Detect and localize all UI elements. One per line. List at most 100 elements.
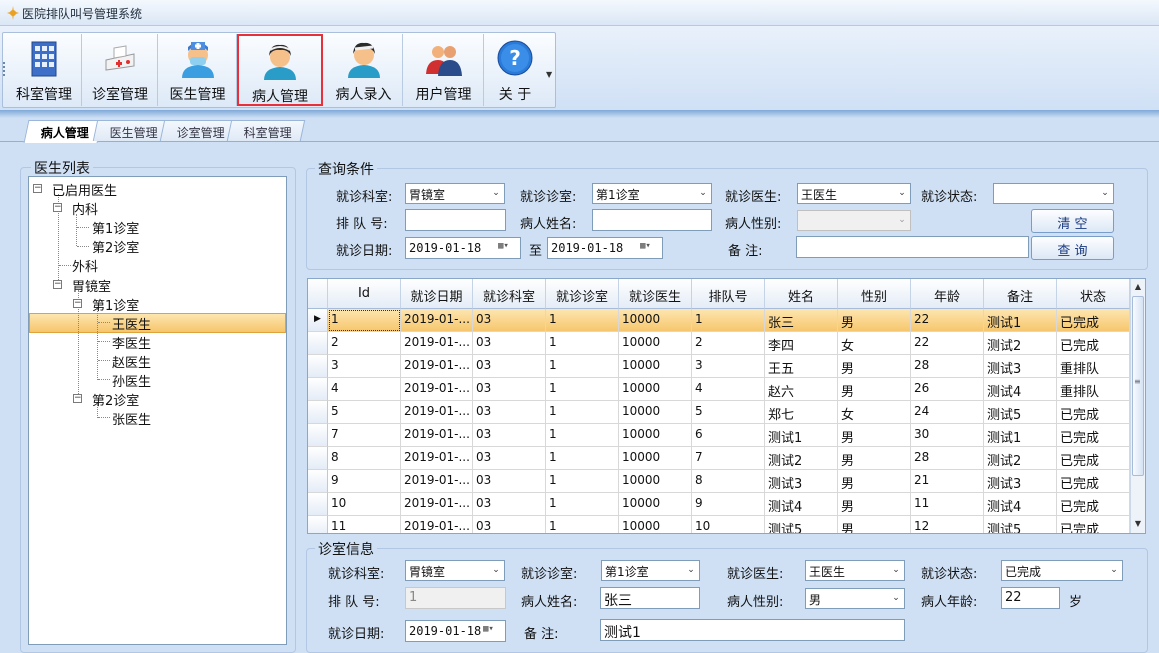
toolbar-overflow-icon[interactable]: ▼: [546, 70, 552, 79]
grid-column-header[interactable]: 年龄: [911, 279, 984, 309]
patient-grid[interactable]: Id 就诊日期 就诊科室 就诊诊室 就诊医生 排队号 姓名 性别 年龄 备注 状态 ▶ 1 2019-01…: [307, 278, 1146, 534]
tree-node-doctor[interactable]: 王医生: [112, 314, 151, 333]
grid-column-header[interactable]: 就诊日期: [401, 279, 473, 309]
grid-column-header[interactable]: 排队号: [692, 279, 765, 309]
grid-cell[interactable]: 1: [546, 470, 619, 493]
grid-cell[interactable]: 03: [473, 516, 546, 533]
grid-cell[interactable]: 测试4: [984, 378, 1057, 401]
detail-name-input[interactable]: 张三: [600, 587, 700, 609]
grid-cell[interactable]: 王五: [765, 355, 838, 378]
grid-cell[interactable]: 1: [692, 309, 765, 332]
grid-cell[interactable]: 1: [546, 355, 619, 378]
grid-cell[interactable]: 10000: [619, 516, 692, 533]
query-status-select[interactable]: ⌄: [993, 183, 1114, 204]
grid-cell[interactable]: 21: [911, 470, 984, 493]
doctor-tree[interactable]: [28, 176, 287, 645]
tab-patient[interactable]: 病人管理: [23, 120, 103, 143]
grid-cell[interactable]: 10000: [619, 424, 692, 447]
grid-column-header[interactable]: Id: [328, 279, 401, 309]
grid-cell[interactable]: 10000: [619, 378, 692, 401]
tree-node-doctor[interactable]: 赵医生: [112, 352, 151, 371]
grid-cell[interactable]: 已完成: [1057, 447, 1130, 470]
grid-cell[interactable]: 郑七: [765, 401, 838, 424]
row-header[interactable]: [308, 447, 328, 470]
detail-age-input[interactable]: 22: [1001, 587, 1060, 609]
grid-cell[interactable]: 测试5: [984, 516, 1057, 533]
grid-cell[interactable]: 男: [838, 355, 911, 378]
grid-cell[interactable]: 测试2: [984, 332, 1057, 355]
grid-cell[interactable]: 2019-01-...: [401, 447, 473, 470]
grid-cell[interactable]: 李四: [765, 332, 838, 355]
tree-node-room[interactable]: 第1诊室: [92, 295, 139, 314]
grid-cell[interactable]: 24: [911, 401, 984, 424]
grid-cell[interactable]: 已完成: [1057, 470, 1130, 493]
grid-cell[interactable]: 10000: [619, 493, 692, 516]
grid-cell[interactable]: 男: [838, 447, 911, 470]
grid-cell[interactable]: 2019-01-...: [401, 355, 473, 378]
grid-cell[interactable]: 11: [911, 493, 984, 516]
grid-cell[interactable]: 8: [328, 447, 401, 470]
row-header[interactable]: [308, 332, 328, 355]
grid-cell[interactable]: 26: [911, 378, 984, 401]
grid-cell[interactable]: 9: [328, 470, 401, 493]
grid-cell[interactable]: 10000: [619, 447, 692, 470]
row-header[interactable]: [308, 516, 328, 533]
grid-cell[interactable]: 测试5: [765, 516, 838, 533]
toolbar-doctor-button[interactable]: 医生管理: [159, 34, 237, 106]
grid-cell[interactable]: 测试3: [765, 470, 838, 493]
grid-cell[interactable]: 男: [838, 309, 911, 332]
detail-note-input[interactable]: 测试1: [600, 619, 905, 641]
tree-collapse-icon[interactable]: −: [73, 299, 82, 308]
grid-cell[interactable]: 2: [328, 332, 401, 355]
grid-cell[interactable]: 1: [546, 493, 619, 516]
query-room-select[interactable]: 第1诊室 ⌄: [592, 183, 712, 204]
grid-cell[interactable]: 2: [692, 332, 765, 355]
scroll-thumb[interactable]: [1132, 296, 1144, 476]
grid-cell[interactable]: 2019-01-...: [401, 378, 473, 401]
grid-cell[interactable]: 男: [838, 493, 911, 516]
grid-cell[interactable]: 1: [546, 447, 619, 470]
grid-cell[interactable]: 已完成: [1057, 332, 1130, 355]
grid-cell[interactable]: 11: [328, 516, 401, 533]
query-dept-select[interactable]: 胃镜室 ⌄: [405, 183, 505, 204]
row-header[interactable]: [308, 470, 328, 493]
query-note-input[interactable]: [796, 236, 1029, 258]
tree-node-room[interactable]: 第1诊室: [92, 218, 139, 237]
grid-cell[interactable]: 男: [838, 470, 911, 493]
toolbar-about-button[interactable]: ? 关 于: [485, 34, 545, 106]
grid-cell[interactable]: 22: [911, 332, 984, 355]
grid-cell[interactable]: 3: [328, 355, 401, 378]
grid-cell[interactable]: 1: [546, 309, 619, 332]
tree-node-root[interactable]: 已启用医生: [52, 180, 117, 199]
row-header[interactable]: [308, 424, 328, 447]
grid-cell[interactable]: 03: [473, 332, 546, 355]
grid-cell[interactable]: 1: [546, 332, 619, 355]
toolbar-patient-button[interactable]: 病人管理: [237, 34, 323, 106]
grid-cell[interactable]: 6: [692, 424, 765, 447]
detail-queue-input[interactable]: 1: [405, 587, 506, 609]
query-doctor-select[interactable]: 王医生 ⌄: [797, 183, 911, 204]
toolbar-room-button[interactable]: 诊室管理: [83, 34, 158, 106]
grid-cell[interactable]: 1: [546, 401, 619, 424]
detail-room-select[interactable]: 第1诊室 ⌄: [601, 560, 700, 581]
grid-cell[interactable]: 重排队: [1057, 378, 1130, 401]
grid-cell[interactable]: 男: [838, 424, 911, 447]
grid-cell[interactable]: 1: [546, 378, 619, 401]
grid-cell[interactable]: 5: [328, 401, 401, 424]
clear-button[interactable]: 清 空: [1031, 209, 1114, 233]
grid-cell[interactable]: 2019-01-...: [401, 401, 473, 424]
grid-column-header[interactable]: 姓名: [765, 279, 838, 309]
grid-column-header[interactable]: 性别: [838, 279, 911, 309]
grid-scrollbar[interactable]: ▲ ≡ ▼: [1130, 279, 1145, 533]
grid-cell[interactable]: 4: [692, 378, 765, 401]
toolbar-dept-button[interactable]: 科室管理: [7, 34, 82, 106]
grid-cell[interactable]: 03: [473, 424, 546, 447]
query-date-to[interactable]: 2019-01-18 ▦▾: [547, 237, 663, 259]
grid-cell[interactable]: 赵六: [765, 378, 838, 401]
grid-cell[interactable]: 03: [473, 447, 546, 470]
grid-cell[interactable]: 女: [838, 401, 911, 424]
toolbar-users-button[interactable]: 用户管理: [404, 34, 484, 106]
grid-column-header[interactable]: 备注: [984, 279, 1057, 309]
grid-cell[interactable]: 10: [692, 516, 765, 533]
grid-cell[interactable]: 测试1: [984, 424, 1057, 447]
